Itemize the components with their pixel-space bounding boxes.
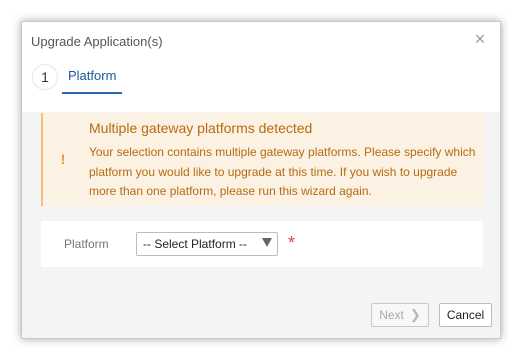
required-marker: * — [288, 233, 296, 253]
warning-alert: ! Multiple gateway platforms detected Yo… — [41, 113, 483, 206]
platform-select-value: -- Select Platform -- — [143, 237, 248, 251]
exclamation-icon: ! — [60, 151, 66, 167]
dialog-title: Upgrade Application(s) — [31, 34, 163, 49]
step-number-badge: 1 — [32, 64, 58, 90]
chevron-right-icon: ❯ — [409, 307, 421, 322]
cancel-button[interactable]: Cancel — [439, 303, 492, 327]
next-button[interactable]: Next ❯ — [371, 303, 429, 327]
close-icon[interactable]: × — [472, 30, 488, 48]
platform-form-row: Platform -- Select Platform -- * — [41, 221, 483, 267]
alert-title: Multiple gateway platforms detected — [89, 120, 313, 136]
dialog-header: Upgrade Application(s) × 1 Platform — [22, 22, 500, 112]
next-button-label: Next — [379, 308, 404, 322]
upgrade-dialog: Upgrade Application(s) × 1 Platform ! Mu… — [21, 21, 501, 339]
tab-platform[interactable]: Platform — [62, 68, 123, 94]
alert-message: Your selection contains multiple gateway… — [89, 145, 476, 198]
platform-label: Platform — [64, 237, 109, 251]
dropdown-arrow-icon — [262, 238, 272, 247]
platform-select[interactable]: -- Select Platform -- — [136, 232, 278, 256]
